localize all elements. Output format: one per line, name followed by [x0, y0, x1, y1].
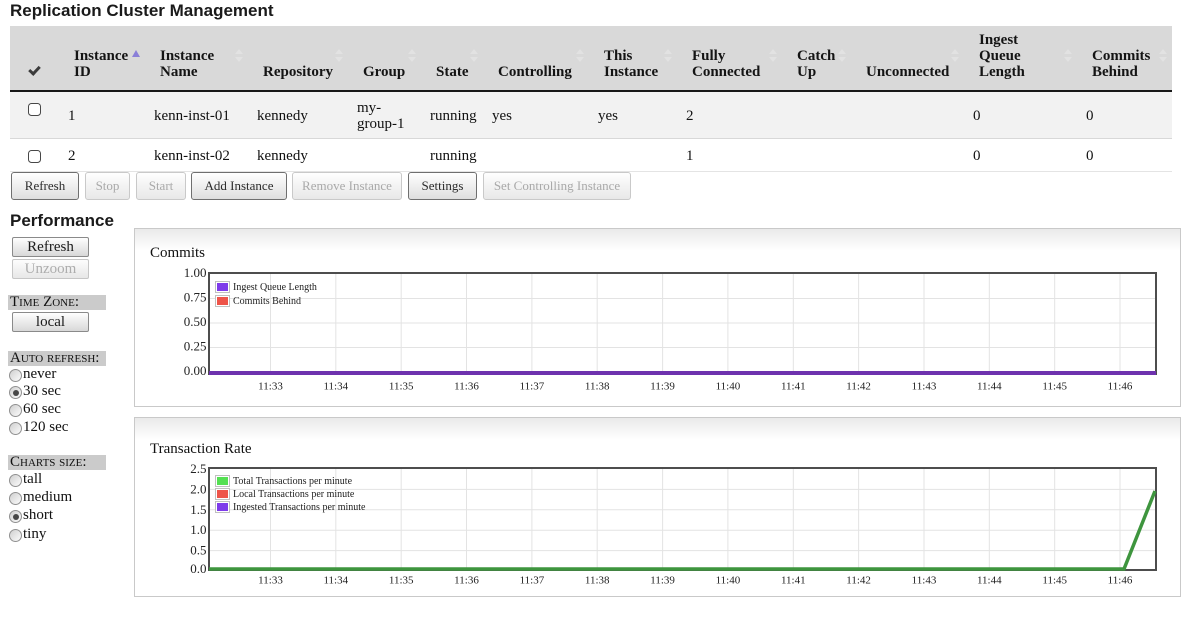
svg-text:1.0: 1.0	[190, 522, 206, 537]
svg-text:11:37: 11:37	[520, 381, 545, 393]
svg-text:0.50: 0.50	[184, 314, 207, 329]
svg-text:11:43: 11:43	[912, 575, 937, 587]
svg-text:11:45: 11:45	[1042, 381, 1067, 393]
svg-text:11:46: 11:46	[1108, 575, 1133, 587]
svg-text:11:42: 11:42	[846, 575, 871, 587]
svg-text:11:44: 11:44	[977, 575, 1002, 587]
svg-text:Commits Behind: Commits Behind	[233, 296, 301, 307]
svg-text:11:39: 11:39	[650, 575, 675, 587]
svg-text:0.25: 0.25	[184, 339, 207, 354]
svg-text:11:46: 11:46	[1108, 381, 1133, 393]
svg-text:Ingested Transactions per minu: Ingested Transactions per minute	[233, 502, 366, 513]
svg-text:11:41: 11:41	[781, 575, 806, 587]
svg-text:11:45: 11:45	[1042, 575, 1067, 587]
svg-text:Total Transactions per minute: Total Transactions per minute	[233, 476, 353, 487]
svg-text:11:33: 11:33	[258, 575, 283, 587]
svg-text:11:38: 11:38	[585, 575, 610, 587]
svg-text:11:35: 11:35	[389, 575, 414, 587]
svg-text:Local Transactions per minute: Local Transactions per minute	[233, 489, 355, 500]
svg-text:0.0: 0.0	[190, 561, 206, 576]
svg-text:11:41: 11:41	[781, 381, 806, 393]
svg-text:0.5: 0.5	[190, 543, 206, 558]
svg-text:11:44: 11:44	[977, 381, 1002, 393]
svg-text:11:36: 11:36	[454, 381, 479, 393]
svg-text:2.5: 2.5	[190, 461, 206, 476]
svg-text:11:37: 11:37	[520, 575, 545, 587]
svg-text:Ingest Queue Length: Ingest Queue Length	[233, 282, 317, 293]
svg-text:11:42: 11:42	[846, 381, 871, 393]
svg-text:1.00: 1.00	[184, 265, 207, 280]
svg-text:11:36: 11:36	[454, 575, 479, 587]
svg-text:11:43: 11:43	[912, 381, 937, 393]
svg-text:1.5: 1.5	[190, 502, 206, 517]
svg-text:11:40: 11:40	[716, 381, 741, 393]
svg-text:2.0: 2.0	[190, 481, 206, 496]
svg-text:11:34: 11:34	[323, 381, 348, 393]
svg-text:11:35: 11:35	[389, 381, 414, 393]
svg-text:0.00: 0.00	[184, 363, 207, 378]
svg-text:0.75: 0.75	[184, 290, 207, 305]
svg-text:11:40: 11:40	[716, 575, 741, 587]
svg-text:11:39: 11:39	[650, 381, 675, 393]
svg-text:11:38: 11:38	[585, 381, 610, 393]
svg-text:11:33: 11:33	[258, 381, 283, 393]
svg-text:11:34: 11:34	[323, 575, 348, 587]
